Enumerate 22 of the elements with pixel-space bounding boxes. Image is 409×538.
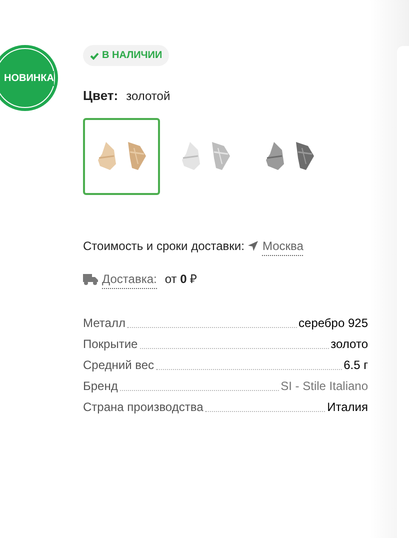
spec-value: золото	[330, 336, 368, 352]
city-link[interactable]: Москва	[262, 236, 304, 256]
spec-name: Покрытие	[83, 336, 138, 352]
stock-status: В НАЛИЧИИ	[83, 45, 170, 66]
location-arrow-icon	[248, 241, 258, 251]
check-icon	[90, 52, 99, 60]
color-value: золотой	[126, 88, 170, 105]
delivery-link[interactable]: Доставка:	[102, 270, 157, 288]
new-badge: НОВИНКА	[0, 45, 58, 111]
spec-value: 6.5 г	[344, 356, 368, 374]
color-label: Цвет:	[83, 87, 118, 105]
spec-value: Италия	[327, 398, 368, 416]
delivery-label: Стоимость и сроки доставки:	[83, 238, 244, 255]
spec-name: Средний вес	[83, 356, 154, 374]
spec-name: Металл	[83, 314, 126, 332]
spec-name: Страна производства	[83, 398, 204, 416]
color-swatch[interactable]	[83, 118, 160, 194]
spec-name: Бренд	[83, 378, 118, 394]
spec-value: серебро 925	[298, 314, 368, 332]
spec-value: SI - Stile Italiano	[280, 378, 368, 394]
truck-icon	[83, 274, 98, 284]
delivery-price: от 0 ₽	[164, 271, 198, 288]
